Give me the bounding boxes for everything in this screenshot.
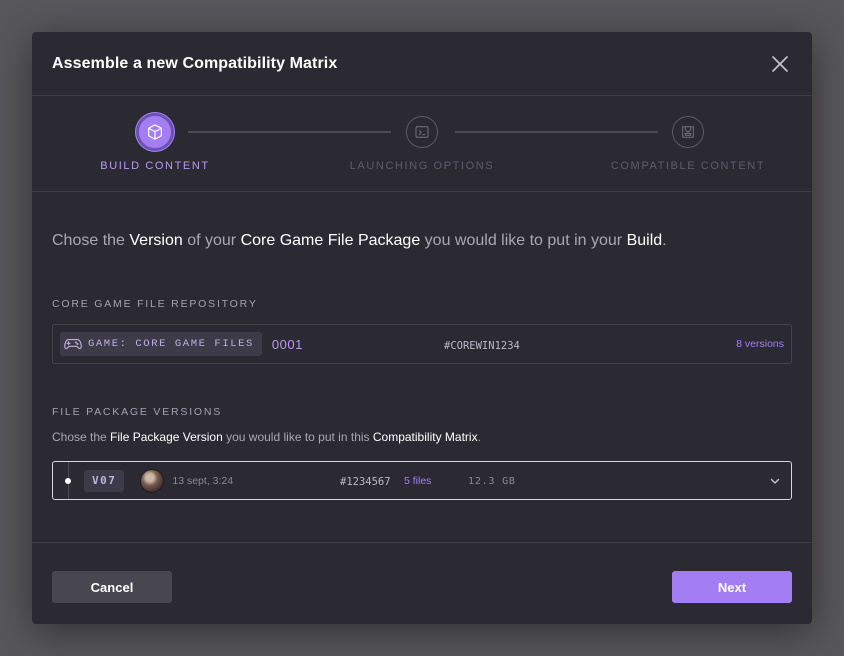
lead-text-part: of your bbox=[182, 232, 241, 249]
desc-highlight: Compatibility Matrix bbox=[372, 430, 478, 444]
terminal-icon bbox=[415, 126, 429, 138]
lead-highlight: Core Game File Package bbox=[240, 232, 421, 249]
gamepad-icon bbox=[64, 338, 82, 350]
step-label: BUILD CONTENT bbox=[100, 160, 210, 172]
dialog-footer: Cancel Next bbox=[32, 542, 812, 624]
stepper: BUILD CONTENT LAUNCHING OPTIONS COMPATIB… bbox=[32, 96, 812, 192]
version-date: 13 sept, 3:24 bbox=[172, 474, 234, 487]
lead-text: Chose the Version of your Core Game File… bbox=[52, 232, 792, 250]
next-button[interactable]: Next bbox=[672, 571, 792, 603]
repository-id: 0001 bbox=[271, 336, 303, 352]
repository-hash: #COREWIN1234 bbox=[444, 340, 520, 352]
step-label: LAUNCHING OPTIONS bbox=[349, 160, 495, 172]
step-circle bbox=[136, 113, 174, 151]
cancel-button[interactable]: Cancel bbox=[52, 571, 172, 603]
lead-text-part: . bbox=[662, 232, 667, 249]
close-icon bbox=[772, 55, 788, 72]
game-badge-label: GAME: CORE GAME FILES bbox=[88, 338, 254, 350]
dialog-title: Assemble a new Compatibility Matrix bbox=[52, 54, 338, 72]
avatar bbox=[140, 468, 165, 493]
lead-text-part: Chose the bbox=[52, 232, 130, 249]
versions-link[interactable]: 8 versions bbox=[736, 338, 784, 350]
dialog-body: Chose the Version of your Core Game File… bbox=[32, 232, 812, 500]
step-label: COMPATIBLE CONTENT bbox=[610, 160, 766, 172]
desc-text-part: . bbox=[477, 430, 481, 444]
lead-highlight: Version bbox=[129, 232, 183, 249]
lead-highlight: Build bbox=[626, 232, 663, 249]
desc-text-part: you would like to put in this bbox=[222, 430, 373, 444]
file-package-description: Chose the File Package Version you would… bbox=[52, 430, 792, 444]
step-connector bbox=[455, 131, 658, 133]
version-hash: #1234567 bbox=[340, 476, 391, 488]
timeline-dot bbox=[65, 478, 71, 484]
dialog-header: Assemble a new Compatibility Matrix bbox=[32, 32, 812, 96]
compatibility-matrix-dialog: Assemble a new Compatibility Matrix BUIL… bbox=[32, 32, 812, 624]
version-tag: V07 bbox=[84, 469, 125, 492]
step-launching-options[interactable]: LAUNCHING OPTIONS bbox=[350, 116, 493, 172]
file-package-section-label: FILE PACKAGE VERSIONS bbox=[52, 406, 223, 418]
game-badge: GAME: CORE GAME FILES bbox=[60, 332, 262, 356]
desc-text-part: Chose the bbox=[52, 430, 111, 444]
step-build-content[interactable]: BUILD CONTENT bbox=[100, 113, 208, 172]
step-circle bbox=[672, 116, 704, 148]
version-select[interactable]: V07 13 sept, 3:24 #1234567 5 files 12.3 … bbox=[52, 461, 792, 500]
version-size: 12.3 GB bbox=[468, 476, 516, 487]
step-connector bbox=[188, 131, 391, 133]
cube-icon bbox=[148, 124, 162, 140]
version-files[interactable]: 5 files bbox=[404, 475, 431, 487]
chevron-down-icon[interactable] bbox=[769, 475, 781, 487]
desc-highlight: File Package Version bbox=[110, 430, 223, 444]
timeline bbox=[53, 462, 83, 499]
lead-text-part: you would like to put in your bbox=[420, 232, 627, 249]
close-button[interactable] bbox=[768, 52, 792, 76]
repository-section-label: CORE GAME FILE REPOSITORY bbox=[52, 298, 258, 310]
step-compatible-content[interactable]: COMPATIBLE CONTENT bbox=[611, 116, 764, 172]
step-circle bbox=[406, 116, 438, 148]
package-icon bbox=[682, 126, 694, 138]
repository-row[interactable]: GAME: CORE GAME FILES 0001 #COREWIN1234 … bbox=[52, 324, 792, 364]
